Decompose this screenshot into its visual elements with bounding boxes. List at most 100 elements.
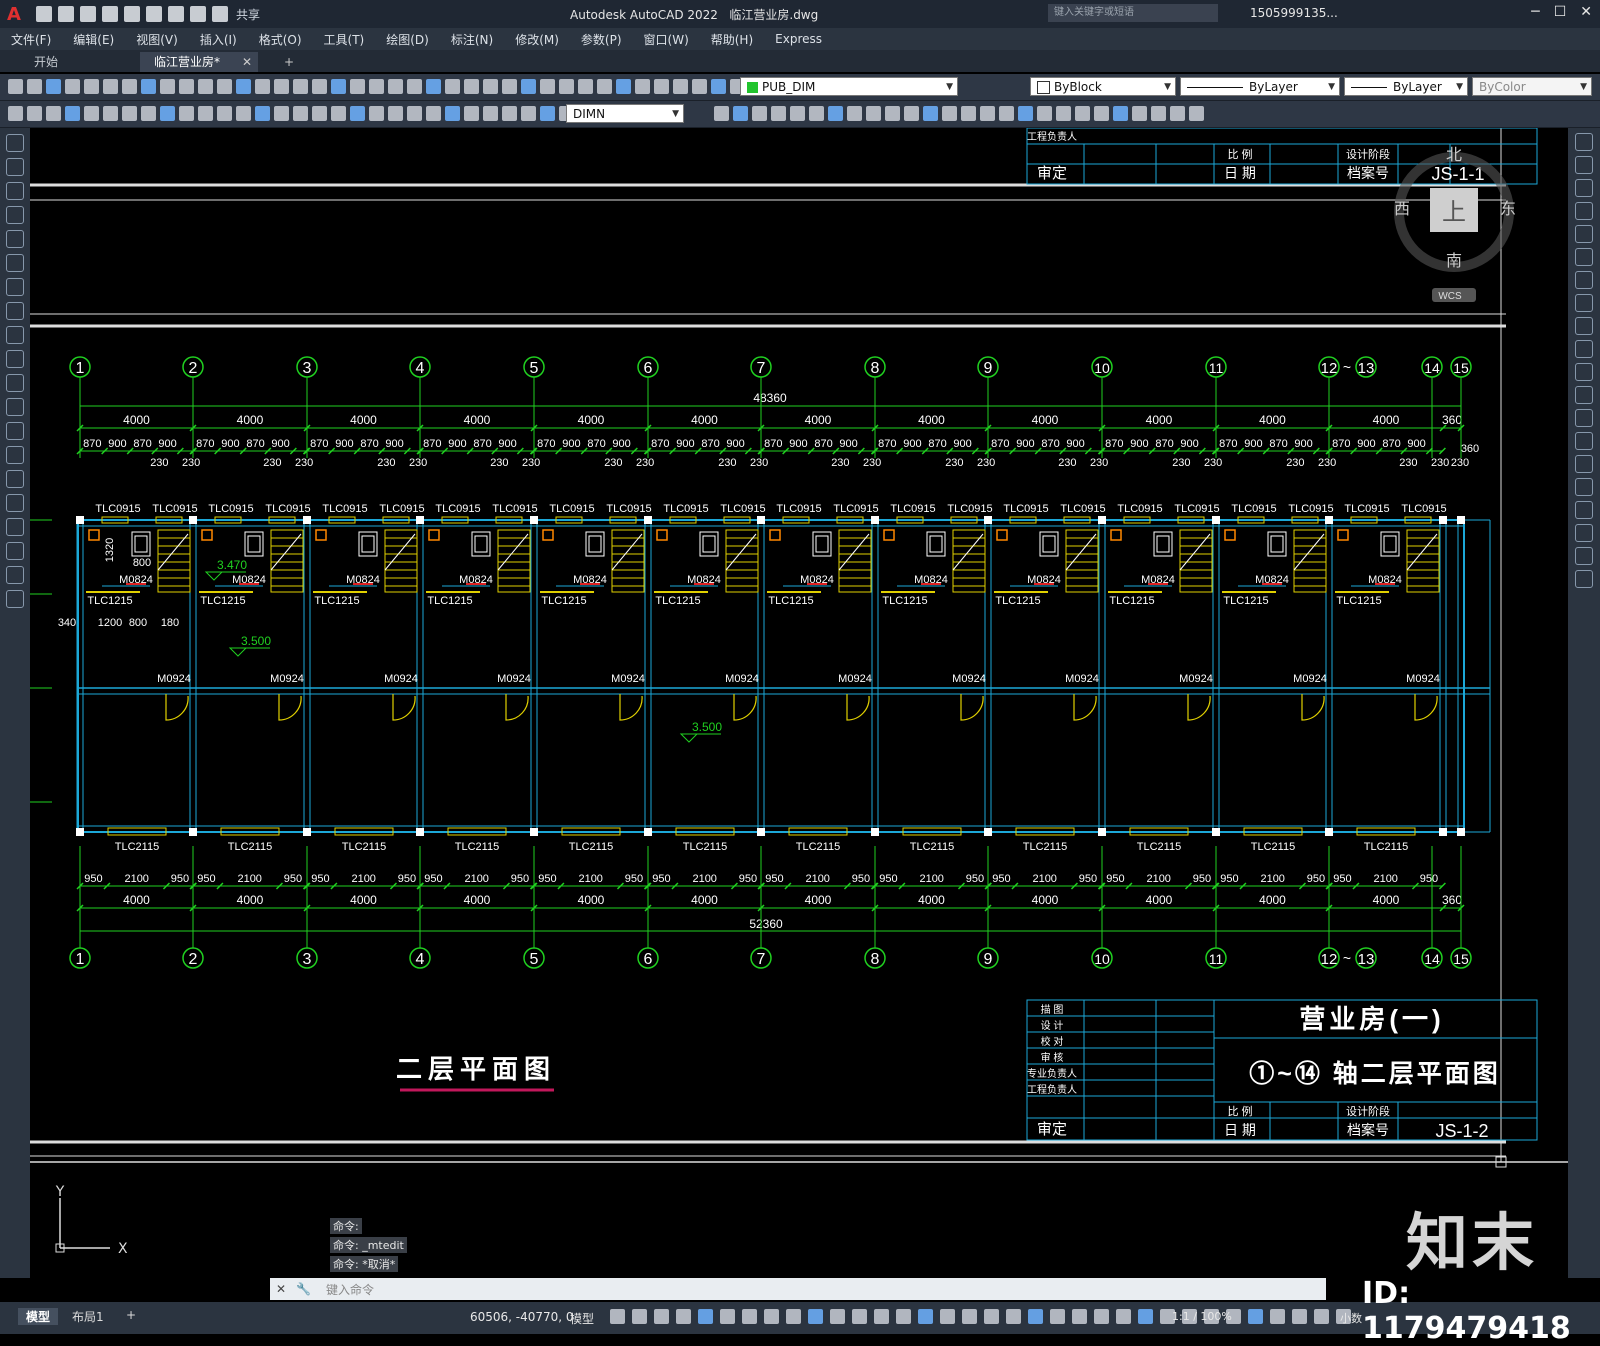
tool-icon[interactable] bbox=[1575, 225, 1593, 243]
tool-icon[interactable] bbox=[1037, 106, 1052, 121]
menu-dimension[interactable]: 标注(N) bbox=[440, 31, 504, 48]
lineweight-dropdown[interactable]: ByLayer ▼ bbox=[1344, 77, 1468, 96]
tool-icon[interactable] bbox=[407, 79, 422, 94]
tool-icon[interactable] bbox=[852, 1309, 867, 1324]
tool-icon[interactable] bbox=[847, 106, 862, 121]
tab-start[interactable]: 开始 bbox=[20, 52, 72, 72]
tool-icon[interactable] bbox=[426, 106, 441, 121]
tool-icon[interactable] bbox=[676, 1309, 691, 1324]
tool-icon[interactable] bbox=[65, 79, 80, 94]
drawing-canvas[interactable]: 工程负责人审定比 例设计阶段日 期档案号 JS-1-1 上北南东西WCS TLC0… bbox=[30, 128, 1568, 1278]
tool-icon[interactable] bbox=[388, 79, 403, 94]
tool-icon[interactable] bbox=[236, 106, 251, 121]
tool-icon[interactable] bbox=[540, 106, 555, 121]
tool-icon[interactable] bbox=[65, 106, 80, 121]
tool-icon[interactable] bbox=[160, 79, 175, 94]
tool-icon[interactable] bbox=[6, 158, 24, 176]
tool-icon[interactable] bbox=[198, 79, 213, 94]
tool-icon[interactable] bbox=[540, 79, 555, 94]
tool-icon[interactable] bbox=[388, 106, 403, 121]
menu-file[interactable]: 文件(F) bbox=[0, 31, 62, 48]
tool-icon[interactable] bbox=[46, 106, 61, 121]
autocad-logo-icon[interactable]: A bbox=[0, 0, 28, 28]
linetype-dropdown[interactable]: ByLayer ▼ bbox=[1180, 77, 1340, 96]
tool-icon[interactable] bbox=[6, 182, 24, 200]
close-tab-icon[interactable]: ✕ bbox=[242, 52, 252, 72]
tab-model[interactable]: 模型 bbox=[18, 1308, 59, 1325]
tool-icon[interactable] bbox=[1006, 1309, 1021, 1324]
tool-icon[interactable] bbox=[1575, 271, 1593, 289]
tool-icon[interactable] bbox=[6, 446, 24, 464]
tool-icon[interactable] bbox=[1056, 106, 1071, 121]
tool-icon[interactable] bbox=[1575, 248, 1593, 266]
tool-icon[interactable] bbox=[1094, 1309, 1109, 1324]
maximize-icon[interactable]: ☐ bbox=[1554, 4, 1567, 20]
tool-icon[interactable] bbox=[923, 106, 938, 121]
tool-icon[interactable] bbox=[1575, 156, 1593, 174]
save-icon[interactable] bbox=[80, 6, 96, 22]
dimstyle-dropdown[interactable]: DIMN ▼ bbox=[566, 104, 684, 123]
tool-icon[interactable] bbox=[6, 374, 24, 392]
tool-icon[interactable] bbox=[198, 106, 213, 121]
tool-icon[interactable] bbox=[46, 79, 61, 94]
tool-icon[interactable] bbox=[1575, 478, 1593, 496]
tool-icon[interactable] bbox=[6, 326, 24, 344]
tool-icon[interactable] bbox=[1270, 1309, 1285, 1324]
tool-icon[interactable] bbox=[940, 1309, 955, 1324]
menu-insert[interactable]: 插入(I) bbox=[189, 31, 248, 48]
model-space-button[interactable]: 模型 bbox=[570, 1310, 594, 1327]
tool-icon[interactable] bbox=[714, 106, 729, 121]
tool-icon[interactable] bbox=[27, 79, 42, 94]
tool-icon[interactable] bbox=[1575, 501, 1593, 519]
menu-view[interactable]: 视图(V) bbox=[125, 31, 189, 48]
tool-icon[interactable] bbox=[733, 106, 748, 121]
tool-icon[interactable] bbox=[179, 106, 194, 121]
tool-icon[interactable] bbox=[6, 206, 24, 224]
tool-icon[interactable] bbox=[27, 106, 42, 121]
tool-icon[interactable] bbox=[369, 106, 384, 121]
tool-icon[interactable] bbox=[984, 1309, 999, 1324]
new-tab-button[interactable]: + bbox=[270, 52, 308, 72]
tool-icon[interactable] bbox=[1138, 1309, 1153, 1324]
tool-icon[interactable] bbox=[654, 79, 669, 94]
tool-icon[interactable] bbox=[999, 106, 1014, 121]
tool-icon[interactable] bbox=[1575, 317, 1593, 335]
tool-icon[interactable] bbox=[312, 106, 327, 121]
close-icon[interactable]: ✕ bbox=[276, 1282, 290, 1296]
tool-icon[interactable] bbox=[578, 79, 593, 94]
minimize-icon[interactable]: ─ bbox=[1531, 4, 1539, 20]
menu-edit[interactable]: 编辑(E) bbox=[62, 31, 125, 48]
tool-icon[interactable] bbox=[6, 302, 24, 320]
tool-icon[interactable] bbox=[84, 106, 99, 121]
tool-icon[interactable] bbox=[8, 79, 23, 94]
tool-icon[interactable] bbox=[1575, 179, 1593, 197]
command-line[interactable]: ✕ 🔧 键入命令 bbox=[270, 1278, 1326, 1300]
tool-icon[interactable] bbox=[103, 106, 118, 121]
tool-icon[interactable] bbox=[632, 1309, 647, 1324]
publish-icon[interactable] bbox=[146, 6, 162, 22]
tool-icon[interactable] bbox=[1028, 1309, 1043, 1324]
tool-icon[interactable] bbox=[103, 79, 118, 94]
tool-icon[interactable] bbox=[790, 106, 805, 121]
tool-icon[interactable] bbox=[6, 494, 24, 512]
tool-icon[interactable] bbox=[502, 79, 517, 94]
tool-icon[interactable] bbox=[830, 1309, 845, 1324]
tool-icon[interactable] bbox=[6, 134, 24, 152]
tool-icon[interactable] bbox=[331, 106, 346, 121]
save-as-icon[interactable] bbox=[102, 6, 118, 22]
tool-icon[interactable] bbox=[6, 422, 24, 440]
tool-icon[interactable] bbox=[808, 1309, 823, 1324]
tool-icon[interactable] bbox=[502, 106, 517, 121]
tool-icon[interactable] bbox=[828, 106, 843, 121]
color-dropdown[interactable]: ByBlock ▼ bbox=[1030, 77, 1176, 96]
tool-icon[interactable] bbox=[464, 106, 479, 121]
menu-modify[interactable]: 修改(M) bbox=[504, 31, 570, 48]
tool-icon[interactable] bbox=[521, 79, 536, 94]
tool-icon[interactable] bbox=[445, 106, 460, 121]
tool-icon[interactable] bbox=[918, 1309, 933, 1324]
tool-icon[interactable] bbox=[6, 398, 24, 416]
open-icon[interactable] bbox=[58, 6, 74, 22]
menu-tools[interactable]: 工具(T) bbox=[313, 31, 376, 48]
tool-icon[interactable] bbox=[293, 106, 308, 121]
tab-layout1[interactable]: 布局1 bbox=[64, 1308, 112, 1325]
